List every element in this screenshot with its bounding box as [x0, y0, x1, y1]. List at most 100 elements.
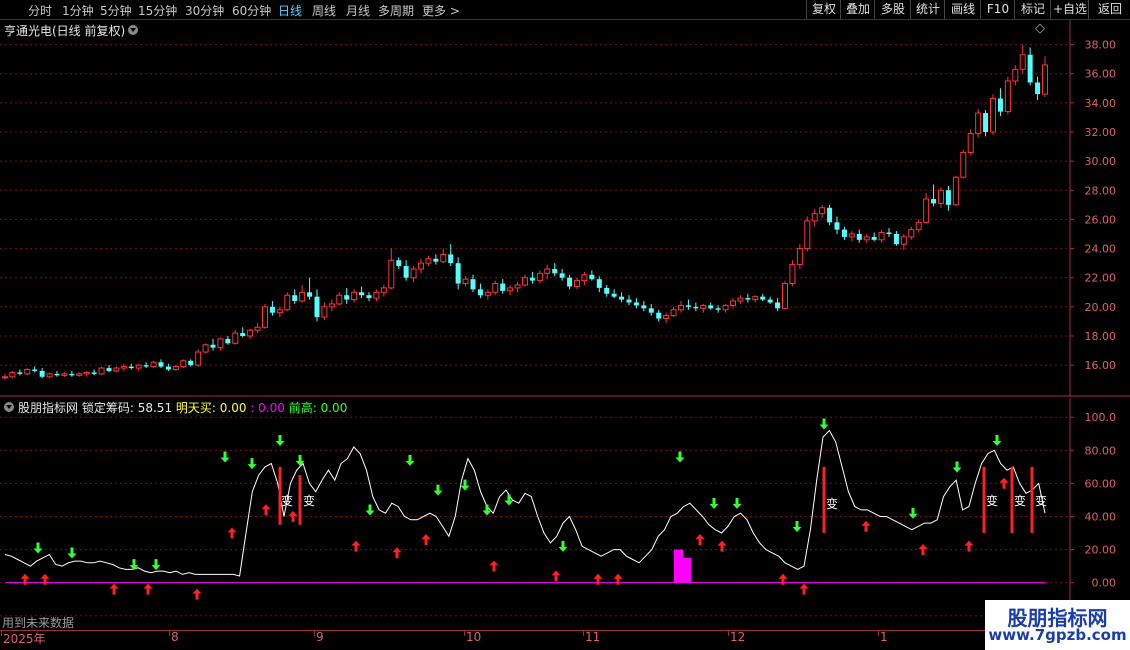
- candle-body: [336, 294, 343, 305]
- candle-body: [150, 361, 157, 368]
- candle-body: [83, 371, 90, 375]
- candle-body: [54, 373, 60, 376]
- diamond-icon[interactable]: ◇: [1035, 21, 1045, 36]
- candle-body: [827, 207, 833, 223]
- period-tab-7[interactable]: 周线: [312, 2, 336, 19]
- candle-body: [113, 367, 120, 372]
- candle-body: [893, 234, 899, 245]
- sell-up-arrow: [421, 534, 431, 546]
- candle-body: [484, 291, 491, 296]
- toolbar-button-1[interactable]: 叠加: [840, 0, 875, 19]
- indicator-tick-label: 20.00: [1085, 544, 1117, 557]
- toolbar-button-8[interactable]: 返回: [1088, 0, 1130, 19]
- change-bar: [298, 475, 302, 525]
- candle-body: [388, 259, 395, 289]
- candle-body: [2, 376, 8, 379]
- toolbar-button-3[interactable]: 统计: [910, 0, 945, 19]
- candle-body: [886, 232, 892, 234]
- candle-body: [128, 366, 134, 369]
- candle-body: [775, 302, 781, 309]
- candle-body: [299, 291, 306, 302]
- watermark-logo: 股朋指标网 www.7gpzb.com: [985, 600, 1130, 650]
- candle-body: [17, 372, 23, 374]
- candle-body: [648, 308, 654, 313]
- candle-body: [217, 338, 224, 349]
- period-tab-2[interactable]: 5分钟: [100, 2, 132, 19]
- candle-body: [366, 295, 372, 299]
- date-label-4: 11: [585, 630, 601, 644]
- candle-body: [863, 236, 870, 241]
- price-tick-label: 20.00: [1085, 301, 1117, 314]
- candle-body: [98, 367, 105, 375]
- candle-body: [730, 300, 736, 306]
- candle-body: [760, 296, 766, 300]
- candle-body: [604, 287, 610, 294]
- date-label-1: 8: [171, 630, 179, 644]
- toolbar-button-0[interactable]: 复权: [806, 0, 841, 19]
- magenta-value: : 0.00: [250, 401, 285, 415]
- period-tab-4[interactable]: 30分钟: [185, 2, 224, 19]
- candle-body: [656, 312, 662, 319]
- candle-body: [952, 176, 959, 206]
- candle-body: [433, 258, 439, 262]
- lock-chips-line: [4, 429, 1046, 577]
- candlestick-chart[interactable]: 38.00 36.00 34.00 32.00 30.00 28.00 26.00 24.00…: [0, 20, 1130, 397]
- candle-body: [284, 294, 291, 311]
- magenta-bar: [674, 549, 683, 583]
- candle-body: [752, 296, 759, 301]
- toolbar-button-2[interactable]: 多股: [874, 0, 911, 19]
- buy-down-arrow: [33, 542, 43, 554]
- change-label: 变: [303, 493, 315, 508]
- candle-body: [878, 232, 885, 241]
- price-tick-label: 16.00: [1085, 359, 1117, 372]
- sell-up-arrow: [261, 504, 271, 516]
- candle-body: [633, 302, 639, 306]
- stock-title-text: 亨通光电(日线 前复权): [4, 24, 126, 38]
- sell-up-arrow: [861, 520, 871, 532]
- candle-body: [240, 333, 246, 336]
- stock-title: 亨通光电(日线 前复权): [4, 22, 125, 39]
- candle-body: [195, 351, 202, 366]
- period-tab-10[interactable]: 更多 >: [422, 2, 460, 19]
- period-tab-0[interactable]: 分时: [28, 2, 52, 19]
- candle-body: [975, 112, 982, 134]
- period-tab-3[interactable]: 15分钟: [138, 2, 177, 19]
- candle-body: [69, 373, 75, 376]
- period-tab-6[interactable]: 日线: [278, 2, 302, 19]
- candle-body: [619, 296, 625, 300]
- price-tick-label: 32.00: [1085, 126, 1117, 139]
- candle-body: [276, 309, 283, 314]
- candle-body: [819, 207, 826, 215]
- buy-down-arrow: [405, 454, 415, 466]
- toolbar-button-4[interactable]: 画线: [944, 0, 981, 19]
- candle-body: [351, 291, 358, 301]
- candle-body: [708, 305, 714, 309]
- candle-body: [262, 306, 268, 328]
- candle-body: [1042, 64, 1048, 95]
- period-tab-1[interactable]: 1分钟: [62, 2, 94, 19]
- period-tab-9[interactable]: 多周期: [378, 2, 414, 19]
- indicator-dropdown-icon[interactable]: [4, 402, 14, 412]
- candle-body: [1035, 82, 1041, 95]
- sell-up-arrow: [392, 547, 402, 559]
- candle-body: [945, 190, 951, 205]
- period-tab-8[interactable]: 月线: [346, 2, 370, 19]
- candle-body: [745, 298, 751, 300]
- candle-body: [856, 234, 862, 240]
- change-label: 变: [986, 493, 998, 508]
- candle-body: [715, 308, 721, 310]
- indicator-chart[interactable]: 100.080.0060.0040.0020.000.00-20.00变变变变变…: [0, 398, 1130, 630]
- future-data-note: 用到未来数据: [2, 616, 75, 630]
- change-label: 变: [1014, 493, 1026, 508]
- candle-body: [589, 274, 595, 280]
- toolbar-button-5[interactable]: F10: [980, 0, 1015, 19]
- period-tab-5[interactable]: 60分钟: [232, 2, 271, 19]
- buy-down-arrow: [151, 559, 161, 571]
- candle-body: [567, 277, 573, 287]
- candle-body: [522, 277, 528, 286]
- change-label: 变: [1035, 493, 1047, 508]
- toolbar-button-6[interactable]: 标记: [1014, 0, 1051, 19]
- title-dropdown-icon[interactable]: [128, 25, 138, 35]
- candle-body: [626, 299, 632, 303]
- toolbar-button-7[interactable]: +自选: [1050, 0, 1089, 19]
